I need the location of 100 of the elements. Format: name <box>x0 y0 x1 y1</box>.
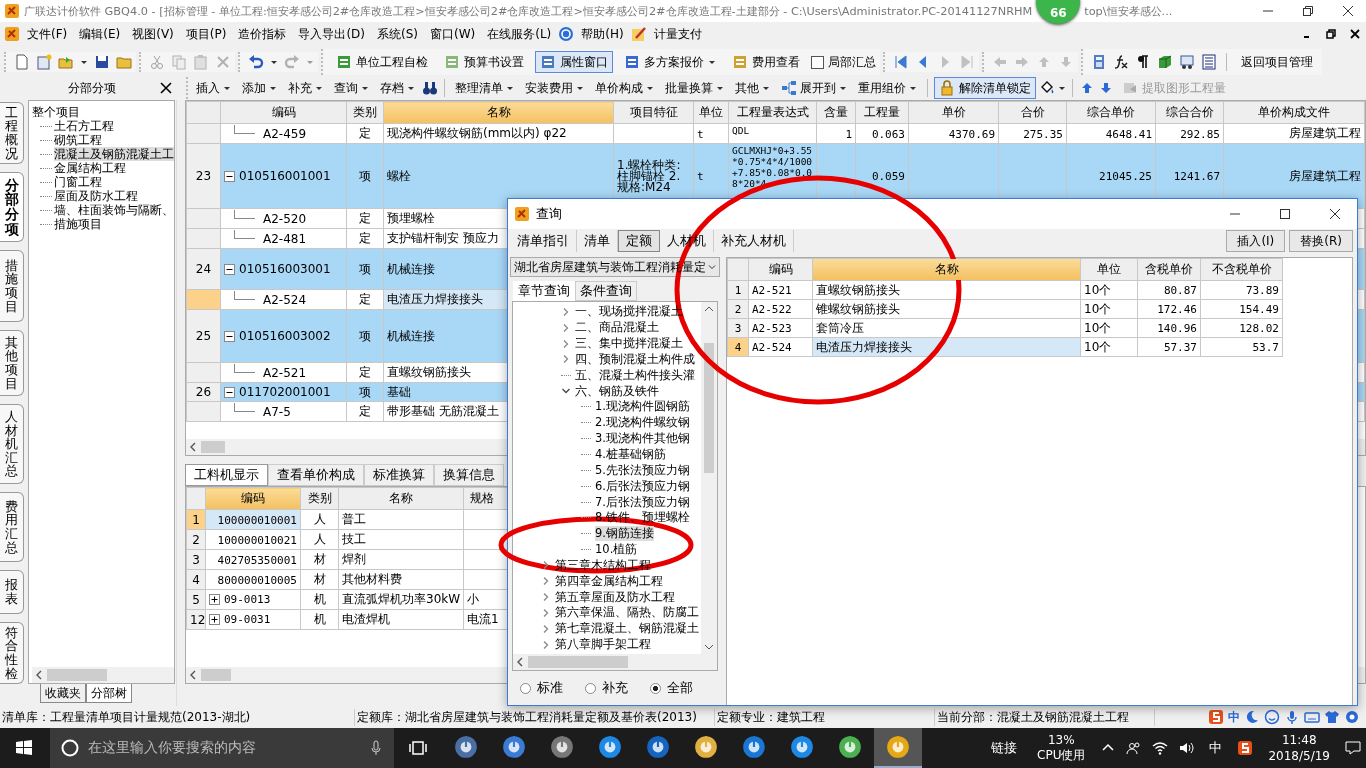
toolbar-button[interactable]: 属性窗口 <box>535 51 613 73</box>
radio-button[interactable]: 标准 <box>520 679 563 697</box>
tree-item[interactable]: 第七章混凝土、钢筋混凝土 <box>555 621 699 637</box>
dialog-button[interactable]: 插入(I) <box>1226 230 1286 252</box>
tab[interactable]: 条件查询 <box>575 281 637 301</box>
toolbar-button[interactable]: 费用查看 <box>727 51 805 73</box>
tab[interactable]: 工料机显示 <box>185 464 268 486</box>
tree-item[interactable]: 9.钢筋连接 <box>595 526 654 542</box>
column-header[interactable]: 单价 <box>908 101 999 124</box>
menu-item[interactable]: 导入导出(D) <box>293 25 370 43</box>
column-header[interactable]: 项目特征 <box>613 101 694 124</box>
menu-item[interactable]: 文件(F) <box>22 25 73 43</box>
menu-button[interactable]: 插入 <box>192 77 235 99</box>
menu-item[interactable]: 在线服务(L) <box>482 25 557 43</box>
side-tab[interactable]: 符合性检 <box>0 622 24 684</box>
menu-button[interactable]: 存档 <box>376 77 419 99</box>
tree-item[interactable]: 整个项目 <box>31 105 174 119</box>
menu-item[interactable]: 窗口(W) <box>425 25 481 43</box>
column-header[interactable]: 编码 <box>748 258 813 281</box>
tree-item[interactable]: 第五章屋面及防水工程 <box>555 589 675 605</box>
menu-button[interactable]: 展开到 <box>777 77 851 99</box>
tree-item[interactable]: 金属结构工程 <box>53 161 126 175</box>
tab[interactable]: 标准换算 <box>364 464 434 486</box>
menu-button[interactable]: 单价构成 <box>591 77 658 99</box>
menu-button[interactable]: 安装费用 <box>521 77 588 99</box>
tree-item[interactable]: 五、混凝土构件接头灌 <box>575 367 695 383</box>
column-header[interactable]: 编码 <box>205 487 301 510</box>
column-header[interactable]: 工程量 <box>855 101 909 124</box>
unlock-button[interactable]: 解除清单锁定 <box>934 77 1036 99</box>
input-mode-indicator[interactable]: 中 <box>1199 739 1233 757</box>
menu-button[interactable]: 重用组价 <box>854 77 921 99</box>
column-header[interactable]: 类别 <box>300 487 339 510</box>
tree-item[interactable]: 二、商品混凝土 <box>575 320 659 336</box>
tree-item[interactable]: 墙、柱面装饰与隔断、 <box>53 203 174 217</box>
side-tab[interactable]: 分部分项 <box>0 172 24 242</box>
menu-button[interactable]: 补充 <box>284 77 327 99</box>
column-header[interactable]: 合价 <box>998 101 1067 124</box>
side-tab[interactable]: 报表 <box>0 570 24 614</box>
toolbar-button[interactable]: 单位工程自检 <box>331 51 433 73</box>
tree-item[interactable]: 第六章保温、隔热、防腐工 <box>555 605 699 621</box>
tab[interactable]: 补充人材机 <box>714 230 794 252</box>
menu-item[interactable]: 计量支付 <box>648 25 707 43</box>
toolbar-button[interactable]: 预算书设置 <box>439 51 529 73</box>
radio-button[interactable]: 补充 <box>585 679 628 697</box>
tree-item[interactable]: 屋面及防水工程 <box>53 189 138 203</box>
tab[interactable]: 清单指引 <box>510 230 577 252</box>
tree-item[interactable]: 门窗工程 <box>53 175 102 189</box>
toolbar-label[interactable]: 链接 <box>981 739 1028 757</box>
tree-item[interactable]: 六、钢筋及铁件 <box>575 383 659 399</box>
menu-button[interactable]: 添加 <box>238 77 281 99</box>
column-header[interactable]: 综合合价 <box>1155 101 1224 124</box>
tab[interactable]: 查看单价构成 <box>268 464 364 486</box>
tree-item[interactable]: 措施项目 <box>53 217 102 231</box>
column-header[interactable]: 编码 <box>220 101 347 124</box>
panel-tab[interactable]: 收藏夹 <box>39 684 86 703</box>
side-tab[interactable]: 人材机汇总 <box>0 404 24 484</box>
column-header[interactable]: 工程量表达式 <box>728 101 817 124</box>
menu-button[interactable]: 查询 <box>330 77 373 99</box>
tab[interactable]: 定额 <box>618 230 660 252</box>
column-header[interactable]: 含量 <box>816 101 856 124</box>
tree-item[interactable]: 2.现浇构件螺纹钢 <box>595 415 690 431</box>
column-header[interactable]: 名称 <box>338 487 464 510</box>
tree-item[interactable]: 5.先张法预应力钢 <box>595 462 690 478</box>
tree-item[interactable]: 6.后张法预应力钢 <box>595 478 690 494</box>
column-header[interactable]: 单位 <box>693 101 729 124</box>
tab[interactable]: 章节查询 <box>513 281 575 301</box>
column-header[interactable]: 综合单价 <box>1066 101 1156 124</box>
tree-item[interactable]: 3.现浇构件其他钢 <box>595 431 690 447</box>
column-header[interactable]: 不含税单价 <box>1200 258 1283 281</box>
tree-item[interactable]: 土石方工程 <box>53 119 114 133</box>
side-tab[interactable]: 费用汇总 <box>0 492 24 562</box>
dialog-button[interactable]: 替换(R) <box>1289 230 1353 252</box>
menu-item[interactable]: 帮助(H) <box>576 25 629 43</box>
menu-button[interactable]: 整理清单 <box>451 77 518 99</box>
ime-mode[interactable]: 中 <box>1228 708 1240 726</box>
tree-item[interactable]: 三、集中搅拌混凝土 <box>575 336 683 352</box>
panel-tab[interactable]: 分部树 <box>85 684 132 703</box>
column-header[interactable]: 单位 <box>1080 258 1138 281</box>
menu-item[interactable]: 造价指标 <box>233 25 292 43</box>
tree-item[interactable]: 砌筑工程 <box>53 133 102 147</box>
tree-item[interactable]: 四、预制混凝土构件成 <box>575 351 695 367</box>
menu-item[interactable]: 系统(S) <box>372 25 423 43</box>
column-header[interactable]: 名称 <box>812 258 1081 281</box>
menu-item[interactable]: 视图(V) <box>127 25 179 43</box>
column-header[interactable]: 名称 <box>383 101 614 124</box>
tree-item[interactable]: 第四章金属结构工程 <box>555 573 663 589</box>
column-header[interactable]: 类别 <box>346 101 384 124</box>
tab[interactable]: 换算信息 <box>434 464 504 486</box>
radio-button[interactable]: 全部 <box>650 679 693 697</box>
search-field[interactable]: 在这里输入你要搜索的内容 <box>50 728 394 768</box>
tree-item[interactable]: 4.桩基础钢筋 <box>595 447 666 462</box>
menu-item[interactable]: 项目(P) <box>180 25 232 43</box>
tree-item[interactable]: 7.后张法预应力钢 <box>595 494 690 510</box>
side-tab[interactable]: 工程概况 <box>0 102 24 164</box>
menu-button[interactable]: 批量换算 <box>661 77 728 99</box>
side-tab[interactable]: 其他项目 <box>0 330 24 396</box>
tree-item[interactable]: 1.现浇构件圆钢筋 <box>595 399 690 415</box>
column-header[interactable]: 单价构成文件 <box>1223 101 1365 124</box>
column-header[interactable]: 含税单价 <box>1137 258 1201 281</box>
side-tab[interactable]: 措施项目 <box>0 250 24 322</box>
